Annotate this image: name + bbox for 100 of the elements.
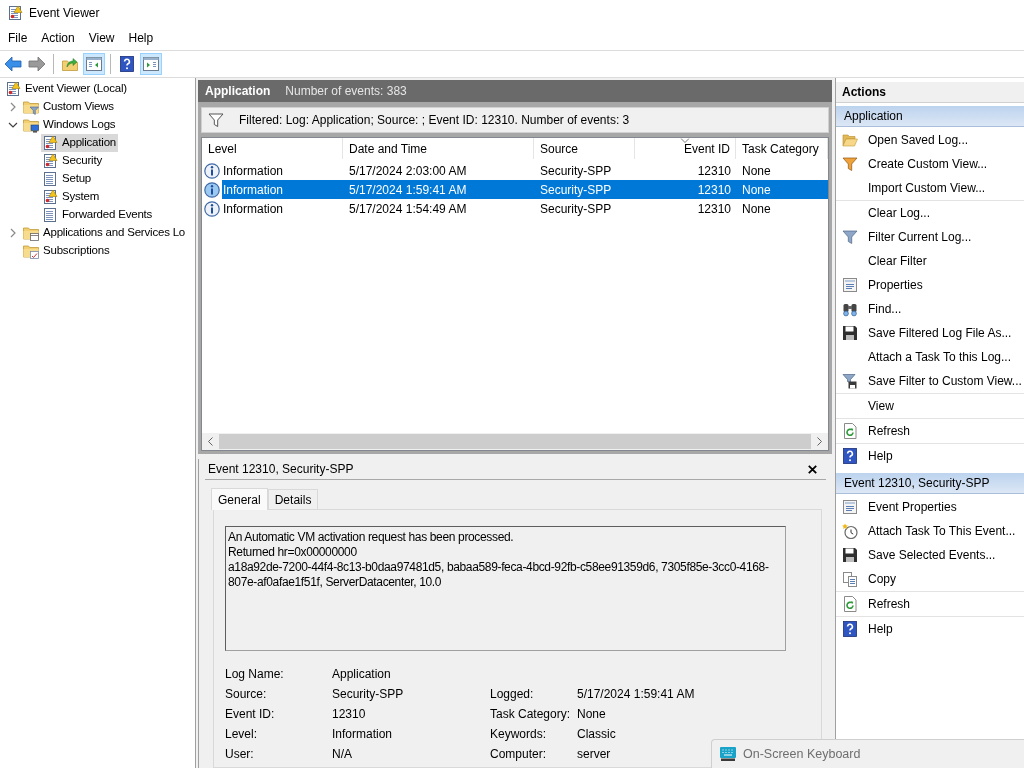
table-cell-text: Information [222,183,285,196]
column-header[interactable]: Level [202,138,343,159]
tree-item[interactable]: Custom Views [22,98,116,116]
event-detail-title: Event 12310, Security-SPP [208,463,354,475]
field-label: Log Name: [225,668,285,680]
toolbar-button[interactable] [140,53,162,75]
column-header[interactable]: Source [534,138,635,159]
command-link[interactable]: Refresh [836,592,1024,616]
preview-title: On-Screen Keyboard [743,747,861,761]
command-link[interactable]: Save Selected Events... [836,543,1024,567]
menu-item[interactable]: Help [121,28,161,48]
table-row[interactable]: Information 5/17/2024 1:59:41 AM Security-SPP 12310 None [222,180,828,199]
chevron-right-icon[interactable] [8,102,18,112]
command-link[interactable]: Filter Current Log... [836,225,1024,249]
tab[interactable]: Details [267,489,319,509]
field-label: Computer: [490,748,548,760]
table-cell-text: Information [222,202,285,215]
tree-item[interactable]: Application [41,134,119,152]
chevron-down-icon[interactable] [8,120,18,130]
log-warning-icon [42,135,58,151]
message-text: An Automatic VM activation request has been processed. [228,530,515,545]
column-header[interactable]: Date and Time [343,138,534,159]
menu-item[interactable]: Action [34,28,82,48]
command-link[interactable]: Help [836,617,1024,641]
section-header[interactable]: Event 12310, Security-SPP [836,473,1024,494]
copy-icon [842,571,858,587]
command-link[interactable]: Import Custom View... [836,176,1024,200]
field-value: None [577,708,606,720]
command-link[interactable]: Help [836,444,1024,468]
filter-description: Filtered: Log: Application; Source: ; Event ID: 12310. Number of events: 3 [239,114,630,126]
menu-item[interactable]: View [81,28,122,48]
field-value: Security-SPP [332,688,405,700]
tree-item[interactable]: Security [41,152,104,170]
command-link[interactable]: Properties [836,273,1024,297]
column-header[interactable]: Task Category [736,138,828,159]
table-cell-text: Security-SPP [539,183,613,196]
info-icon [204,162,220,179]
toolbar-button[interactable] [83,53,105,75]
command-link[interactable]: Attach a Task To this Log... [836,345,1024,369]
log-icon [42,171,58,187]
field-label: Level: [225,728,259,740]
close-button[interactable] [806,463,818,475]
table-cell-text: 5/17/2024 1:54:49 AM [348,202,468,215]
command-link[interactable]: Find... [836,297,1024,321]
table-cell-text: 12310 [696,202,732,215]
tree-item[interactable]: Applications and Services Lo [22,224,188,242]
message-text: Returned hr=0x00000000 [228,545,358,560]
help-icon [119,56,135,72]
command-link[interactable]: Open Saved Log... [836,128,1024,152]
command-link[interactable]: Clear Filter [836,249,1024,273]
window-title: Event Viewer [29,7,100,19]
table-cell-text: 12310 [696,164,732,177]
actions-title: Actions [842,86,886,98]
table-cell-text: 5/17/2024 1:59:41 AM [348,183,468,196]
tree-item[interactable]: Setup [41,170,94,188]
field-label: Logged: [490,688,535,700]
tab[interactable]: General [211,488,268,510]
tree-item[interactable]: Event Viewer (Local) [4,80,129,98]
pane-right-icon [143,56,159,72]
pane-left-icon [86,56,102,72]
command-link[interactable]: Attach Task To This Event... [836,519,1024,543]
event-count: Number of events: 383 [285,85,407,97]
command-link[interactable]: Event Properties [836,495,1024,519]
command-link[interactable]: Save Filter to Custom View... [836,369,1024,393]
command-link[interactable]: Copy [836,567,1024,591]
funnel-icon [842,156,858,172]
property-sheet-icon [842,277,858,293]
funnel-icon [842,229,858,245]
field-value: N/A [332,748,353,760]
column-header[interactable]: Event ID [635,138,736,159]
scrollbar-thumb[interactable] [219,434,811,449]
message-text: a18a92de-7200-44f4-8c13-b0daa97481d5, babaa589-feca-4bcd-92fb-c58ee91359d6, 7305f85e-3cc0-4168-807e-af0afae1f51f, ServerDatacenter, 10.0 [228,560,770,590]
field-label: User: [225,748,255,760]
field-value: Application [332,668,392,680]
command-link[interactable]: Create Custom View... [836,152,1024,176]
field-label: Task Category: [490,708,572,720]
section-header[interactable]: Application [836,106,1024,127]
command-link[interactable]: Save Filtered Log File As... [836,321,1024,345]
field-value: 5/17/2024 1:59:41 AM [577,688,695,700]
command-link[interactable]: Refresh [836,419,1024,443]
table-row[interactable]: Information 5/17/2024 1:54:49 AM Security-SPP 12310 None [222,199,828,218]
tree-item[interactable]: Windows Logs [22,116,118,134]
command-link[interactable]: Clear Log... [836,201,1024,225]
table-cell-text: Security-SPP [539,202,613,215]
chevron-right-icon[interactable] [8,228,18,238]
tree-item[interactable]: Subscriptions [22,242,112,260]
sort-caret-icon [680,138,690,143]
command-link[interactable]: View [836,394,1024,418]
refresh-page-icon [842,423,858,439]
field-label: Event ID: [225,708,276,720]
back-arrow-icon [4,56,22,72]
info-icon [204,200,220,217]
tree-item[interactable]: System [41,188,102,206]
menu-item[interactable]: File [1,28,35,48]
field-value: server [577,748,611,760]
tree-item[interactable]: Forwarded Events [41,206,155,224]
table-row[interactable]: Information 5/17/2024 2:03:00 AM Security-SPP 12310 None [222,161,828,180]
funnel-floppy-icon [842,373,858,389]
log-title: Application [205,85,271,97]
folder-computer-icon [23,117,39,133]
